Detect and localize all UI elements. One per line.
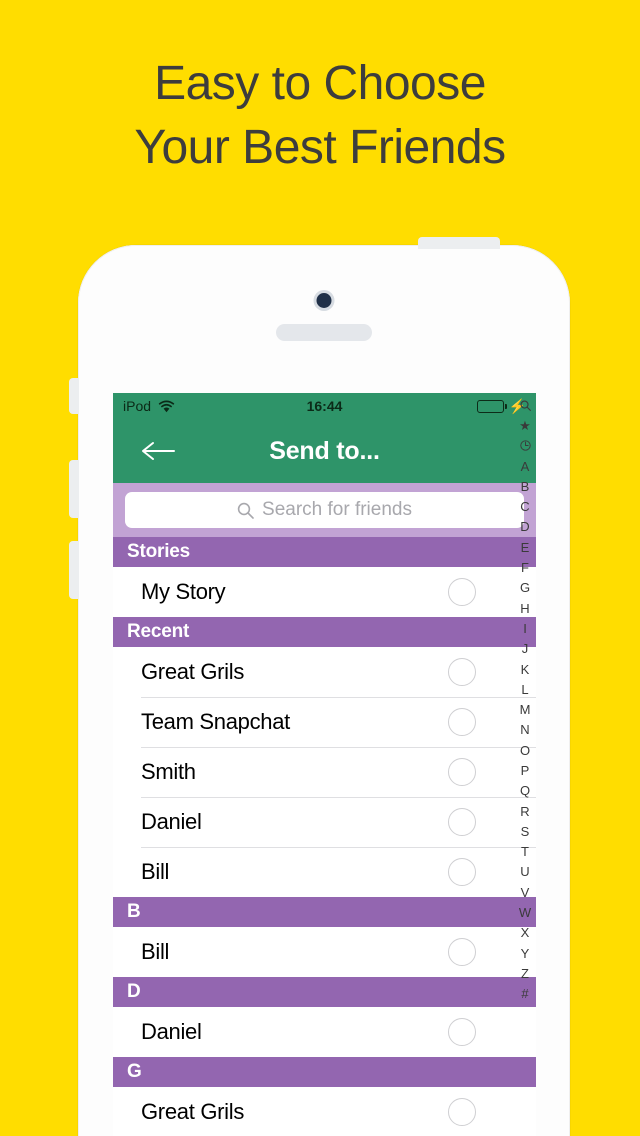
- list-item-label: Smith: [141, 759, 196, 784]
- index-letter-S[interactable]: S: [514, 821, 536, 841]
- select-circle-icon[interactable]: [448, 808, 476, 836]
- index-letter-M[interactable]: M: [514, 699, 536, 719]
- power-button[interactable]: [418, 237, 500, 249]
- section-header: Stories: [113, 537, 536, 567]
- front-camera-icon: [316, 293, 332, 308]
- index-letter-#[interactable]: #: [514, 984, 536, 1004]
- list-item-label: Bill: [141, 939, 170, 964]
- list-item[interactable]: Team Snapchat: [113, 697, 536, 747]
- index-letter-Y[interactable]: Y: [514, 943, 536, 963]
- list-item-label: Bill: [141, 859, 170, 884]
- index-letter-A[interactable]: A: [514, 456, 536, 476]
- index-letter-N[interactable]: N: [514, 720, 536, 740]
- index-letter-U[interactable]: U: [514, 862, 536, 882]
- index-letter-B[interactable]: B: [514, 476, 536, 496]
- list-item[interactable]: Daniel: [113, 797, 536, 847]
- list-item[interactable]: Bill: [113, 927, 536, 977]
- section-header: B: [113, 897, 536, 927]
- ring-switch-button[interactable]: [69, 378, 79, 414]
- index-letter-P[interactable]: P: [514, 760, 536, 780]
- index-letter-G[interactable]: G: [514, 578, 536, 598]
- search-bar-container: Search for friends: [113, 483, 536, 537]
- select-circle-icon[interactable]: [448, 1018, 476, 1046]
- section-header: Recent: [113, 617, 536, 647]
- list-item-label: My Story: [141, 579, 226, 604]
- phone-mockup: iPod 16:44 ⚡ Send to... Search for frien…: [69, 237, 570, 1136]
- list-item[interactable]: Daniel: [113, 1007, 536, 1057]
- list-item-label: Daniel: [141, 809, 202, 834]
- earpiece-speaker: [276, 324, 372, 341]
- index-letter-L[interactable]: L: [514, 679, 536, 699]
- list-item[interactable]: Great Grils: [113, 1087, 536, 1136]
- index-letter-V[interactable]: V: [514, 882, 536, 902]
- list-item-label: Great Grils: [141, 659, 245, 684]
- wifi-icon: [158, 400, 175, 412]
- index-letter-D[interactable]: D: [514, 517, 536, 537]
- select-circle-icon[interactable]: [448, 658, 476, 686]
- index-search-icon[interactable]: [514, 395, 536, 415]
- index-letter-J[interactable]: J: [514, 639, 536, 659]
- friends-list: Stories My Story Recent Great Grils Team Sna…: [113, 537, 536, 1136]
- index-letter-R[interactable]: R: [514, 801, 536, 821]
- select-circle-icon[interactable]: [448, 708, 476, 736]
- select-circle-icon[interactable]: [448, 938, 476, 966]
- index-letter-H[interactable]: H: [514, 598, 536, 618]
- select-circle-icon[interactable]: [448, 1098, 476, 1126]
- index-letter-O[interactable]: O: [514, 740, 536, 760]
- status-bar: iPod 16:44 ⚡: [113, 393, 536, 419]
- list-item[interactable]: Great Grils: [113, 647, 536, 697]
- search-placeholder: Search for friends: [262, 499, 412, 520]
- index-letter-K[interactable]: K: [514, 659, 536, 679]
- index-letter-Z[interactable]: Z: [514, 963, 536, 983]
- list-item-label: Team Snapchat: [141, 709, 290, 734]
- section-header: D: [113, 977, 536, 1007]
- battery-icon: [476, 399, 507, 413]
- index-letter-C[interactable]: C: [514, 496, 536, 516]
- headline-line-2: Your Best Friends: [134, 121, 506, 174]
- search-input[interactable]: Search for friends: [125, 492, 524, 528]
- list-item[interactable]: My Story: [113, 567, 536, 617]
- list-item[interactable]: Bill: [113, 847, 536, 897]
- list-item-label: Great Grils: [141, 1099, 245, 1124]
- index-letter-I[interactable]: I: [514, 618, 536, 638]
- index-letter-Q[interactable]: Q: [514, 781, 536, 801]
- carrier-label: iPod: [123, 398, 152, 414]
- back-arrow-icon[interactable]: [137, 435, 179, 467]
- index-letter-E[interactable]: E: [514, 537, 536, 557]
- index-letter-X[interactable]: X: [514, 923, 536, 943]
- volume-up-button[interactable]: [69, 460, 79, 518]
- select-circle-icon[interactable]: [448, 858, 476, 886]
- section-header: G: [113, 1057, 536, 1087]
- select-circle-icon[interactable]: [448, 578, 476, 606]
- navigation-bar: Send to...: [113, 419, 536, 483]
- alphabet-index-bar[interactable]: ★ A B C D E F G H I J K L M N O P Q R S T U V W X Y Z #: [514, 393, 536, 1004]
- page-title: Easy to Choose Your Best Friends: [0, 52, 640, 180]
- list-item-label: Daniel: [141, 1019, 202, 1044]
- index-star-icon[interactable]: ★: [514, 415, 536, 435]
- headline-line-1: Easy to Choose: [154, 57, 486, 110]
- phone-screen: iPod 16:44 ⚡ Send to... Search for frien…: [113, 393, 536, 1136]
- list-item[interactable]: Smith: [113, 747, 536, 797]
- select-circle-icon[interactable]: [448, 758, 476, 786]
- status-bar-time: 16:44: [306, 398, 343, 414]
- volume-down-button[interactable]: [69, 541, 79, 599]
- index-letter-F[interactable]: F: [514, 557, 536, 577]
- index-clock-icon[interactable]: [514, 436, 536, 456]
- search-icon: [237, 502, 254, 519]
- index-letter-T[interactable]: T: [514, 842, 536, 862]
- index-letter-W[interactable]: W: [514, 902, 536, 922]
